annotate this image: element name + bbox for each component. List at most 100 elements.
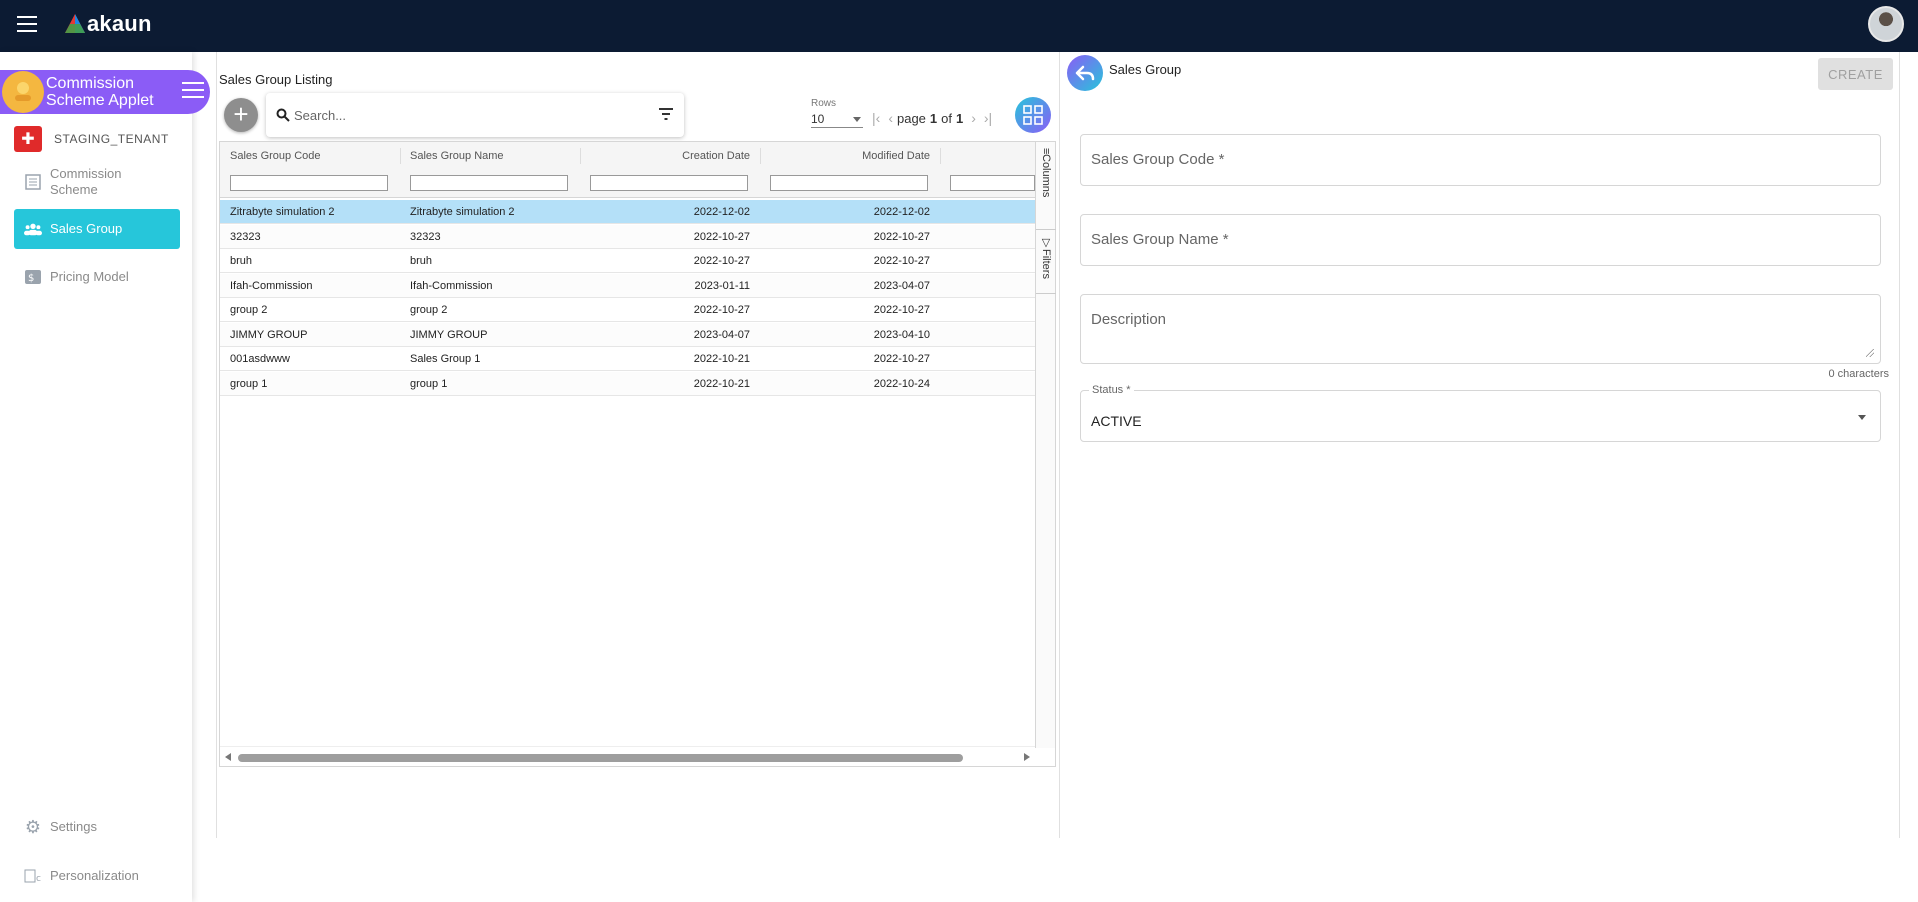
cell-created: 2022-10-27: [693, 230, 750, 243]
status-select[interactable]: Status * ACTIVE: [1080, 384, 1881, 442]
sidebar: Commission Scheme Applet ✚ STAGING_TENAN…: [0, 52, 210, 902]
table-row[interactable]: 32323 32323 2022-10-27 2022-10-27: [220, 224, 1035, 249]
filters-tab[interactable]: ▽ Filters: [1036, 230, 1056, 294]
add-button[interactable]: +: [224, 98, 258, 132]
scroll-left-icon[interactable]: [225, 753, 231, 761]
scroll-right-icon[interactable]: [1024, 753, 1030, 761]
cell-created: 2023-04-07: [693, 328, 750, 341]
sidebar-item-personalization[interactable]: c Personalization: [14, 861, 180, 891]
sales-group-name-label: Sales Group Name *: [1091, 231, 1229, 248]
sidebar-item-pricing-model[interactable]: $ Pricing Model: [14, 262, 180, 292]
applet-header: Commission Scheme Applet: [0, 70, 210, 114]
cell-created: 2022-10-27: [693, 255, 750, 267]
tenant-name: STAGING_TENANT: [54, 132, 169, 146]
cell-name: group 2: [410, 304, 448, 316]
total-pages: 1: [955, 110, 964, 126]
filter-icon[interactable]: [658, 107, 674, 121]
broken-image-icon: c: [24, 868, 42, 884]
cell-modified: 2022-10-27: [873, 230, 930, 243]
create-button[interactable]: CREATE: [1818, 58, 1893, 90]
description-field[interactable]: Description: [1080, 294, 1881, 364]
column-header-name[interactable]: Sales Group Name: [400, 142, 580, 170]
page-word: page: [896, 110, 926, 126]
collapse-sidebar-icon[interactable]: [182, 82, 204, 100]
table-row[interactable]: group 2 group 2 2022-10-27 2022-10-27: [220, 298, 1035, 322]
sidebar-item-commission-scheme[interactable]: Commission Scheme: [14, 162, 180, 202]
column-header-code[interactable]: Sales Group Code: [220, 142, 400, 170]
cell-name: 32323: [410, 230, 441, 243]
columns-tab[interactable]: ≡ Columns: [1036, 142, 1056, 230]
sidebar-item-label: Pricing Model: [50, 269, 129, 284]
search-icon: [276, 108, 290, 122]
search-box: [266, 93, 684, 137]
cell-code: bruh: [230, 255, 253, 267]
menu-icon[interactable]: [17, 16, 37, 32]
cell-created: 2022-12-02: [693, 206, 750, 218]
cell-code: 001asdwww: [230, 353, 290, 365]
table-row[interactable]: Ifah-Commission Ifah-Commission 2023-01-11…: [220, 273, 1035, 298]
cell-modified: 2022-10-27: [873, 255, 930, 267]
cell-code: group 1: [230, 377, 268, 390]
app-logo[interactable]: akaun: [64, 11, 152, 37]
first-page-icon[interactable]: |‹: [872, 110, 880, 126]
cell-modified: 2022-10-27: [873, 304, 930, 316]
paginator: |‹ ‹ page 1 of 1 › ›|: [868, 110, 996, 126]
form-panel: Sales Group CREATE Sales Group Code * Sa…: [1060, 52, 1899, 838]
divider: [1899, 52, 1900, 838]
prev-page-icon[interactable]: ‹: [888, 110, 893, 126]
filter-input-extra[interactable]: [950, 175, 1035, 191]
cell-code: 32323: [230, 230, 261, 243]
sales-group-code-field[interactable]: Sales Group Code *: [1080, 134, 1881, 186]
sidebar-item-label: Personalization: [50, 868, 139, 883]
table-row[interactable]: group 1 group 1 2022-10-21 2022-10-24: [220, 371, 1035, 396]
cell-name: group 1: [410, 377, 448, 390]
current-page: 1: [929, 110, 938, 126]
rows-per-page-select[interactable]: 10: [811, 112, 863, 128]
search-input[interactable]: [294, 107, 644, 123]
sidebar-item-settings[interactable]: ⚙ Settings: [14, 812, 180, 842]
cell-name: Ifah-Commission: [410, 279, 493, 292]
horizontal-scrollbar[interactable]: [220, 746, 1035, 766]
listing-title: Sales Group Listing: [219, 72, 333, 87]
form-title: Sales Group: [1109, 62, 1182, 77]
filter-input-code[interactable]: [230, 175, 388, 191]
filter-input-name[interactable]: [410, 175, 568, 191]
table-row[interactable]: 001asdwww Sales Group 1 2022-10-21 2022-10-…: [220, 347, 1035, 371]
divider: [216, 52, 217, 838]
tenant-selector[interactable]: ✚ STAGING_TENANT: [14, 126, 169, 152]
table-row[interactable]: Zitrabyte simulation 2 Zitrabyte simulati…: [220, 200, 1035, 224]
cell-created: 2022-10-27: [693, 304, 750, 316]
column-header-modified-date[interactable]: Modified Date: [760, 142, 940, 170]
character-count: 0 characters: [1828, 368, 1889, 380]
sidebar-item-label: Commission Scheme: [50, 166, 122, 197]
sales-group-code-label: Sales Group Code *: [1091, 151, 1225, 168]
funnel-icon: ▽: [1039, 236, 1052, 249]
last-page-icon[interactable]: ›|: [984, 110, 992, 126]
table-row[interactable]: bruh bruh 2022-10-27 2022-10-27: [220, 249, 1035, 273]
svg-text:$: $: [28, 273, 34, 284]
logo-icon: [65, 14, 85, 33]
filter-input-modified-date[interactable]: [770, 175, 928, 191]
cell-code: group 2: [230, 304, 268, 316]
filter-input-creation-date[interactable]: [590, 175, 748, 191]
sidebar-item-label: Sales Group: [50, 221, 123, 236]
back-button[interactable]: [1067, 55, 1103, 91]
next-page-icon[interactable]: ›: [971, 110, 976, 126]
user-avatar[interactable]: [1868, 6, 1904, 42]
dollar-icon: $: [24, 269, 42, 285]
grid-view-button[interactable]: [1015, 97, 1051, 133]
cell-code: JIMMY GROUP: [230, 328, 308, 341]
svg-text:c: c: [36, 874, 41, 883]
table-row[interactable]: JIMMY GROUP JIMMY GROUP 2023-04-07 2023-04-…: [220, 322, 1035, 347]
scrollbar-thumb[interactable]: [238, 754, 963, 762]
sidebar-item-sales-group[interactable]: Sales Group: [14, 209, 180, 249]
cell-created: 2023-01-11: [694, 279, 750, 292]
data-grid: Sales Group Code Sales Group Name Creati…: [219, 141, 1056, 767]
resize-handle-icon[interactable]: [1866, 349, 1874, 357]
group-icon: [24, 221, 42, 237]
sales-group-name-field[interactable]: Sales Group Name *: [1080, 214, 1881, 266]
column-header-creation-date[interactable]: Creation Date: [580, 142, 760, 170]
columns-tab-label: Columns: [1040, 154, 1052, 198]
side-tool-panel: ≡ Columns ▽ Filters: [1035, 142, 1056, 748]
grid-header: Sales Group Code Sales Group Name Creati…: [220, 142, 1035, 198]
